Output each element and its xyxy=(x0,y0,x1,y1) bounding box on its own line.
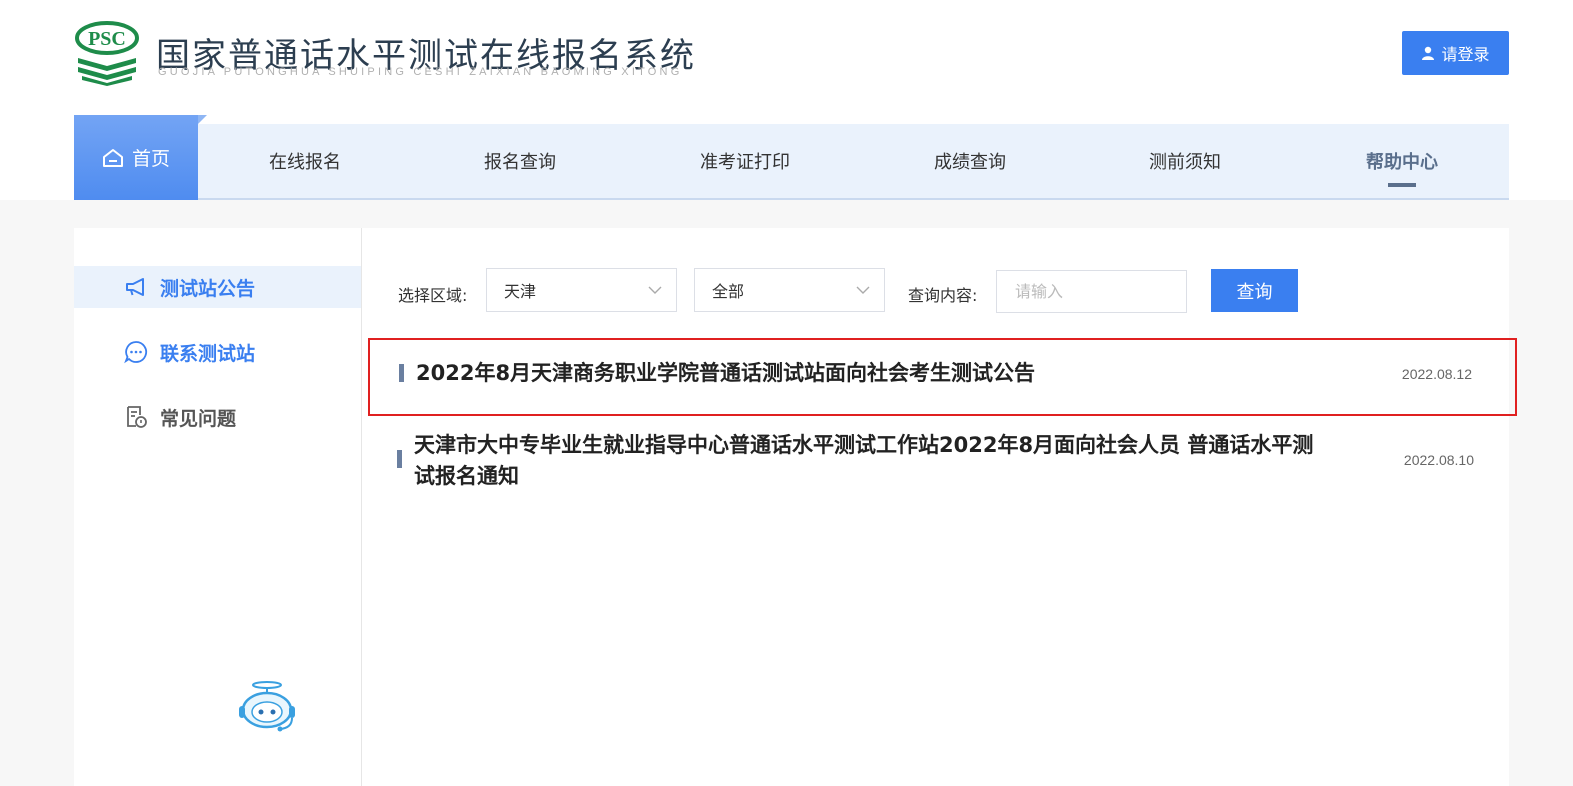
megaphone-icon xyxy=(126,278,144,296)
sidebar-item-label: 联系测试站 xyxy=(160,342,256,365)
query-input[interactable] xyxy=(996,270,1187,313)
notice-item[interactable]: 天津市大中专毕业生就业指导中心普通话水平测试工作站2022年8月面向社会人员 普… xyxy=(368,430,1517,496)
notice-date: 2022.08.10 xyxy=(1403,452,1474,468)
nav-score-query[interactable]: 成绩查询 xyxy=(895,124,1045,198)
sidebar-item-announcements[interactable]: 测试站公告 xyxy=(74,266,361,308)
region-select[interactable]: 天津 xyxy=(486,268,677,312)
notice-bullet xyxy=(397,450,402,468)
document-question-icon xyxy=(127,406,147,428)
chevron-down-icon xyxy=(648,286,662,294)
login-label: 请登录 xyxy=(1441,45,1490,64)
nav-pretest-notes[interactable]: 测前须知 xyxy=(1110,124,1260,198)
psc-logo: PSC xyxy=(75,21,139,86)
query-button[interactable]: 查询 xyxy=(1211,269,1298,312)
user-icon xyxy=(1422,46,1435,60)
sidebar-item-contact[interactable]: 联系测试站 xyxy=(74,331,361,373)
chat-bubble-icon xyxy=(124,341,148,364)
login-button[interactable]: 请登录 xyxy=(1402,31,1509,75)
category-select[interactable]: 全部 xyxy=(694,268,885,312)
nav-home-label: 首页 xyxy=(131,148,170,170)
category-select-value: 全部 xyxy=(712,282,745,301)
sidebar-item-label: 测试站公告 xyxy=(160,277,256,300)
robot-assistant-icon[interactable] xyxy=(234,680,300,734)
nav-home[interactable]: 首页 xyxy=(74,115,198,200)
notice-bullet xyxy=(399,364,404,382)
notice-title: 2022年8月天津商务职业学院普通话测试站面向社会考生测试公告 xyxy=(416,361,1036,385)
home-icon xyxy=(102,148,123,167)
region-label: 选择区域: xyxy=(398,286,468,305)
nav-online-register[interactable]: 在线报名 xyxy=(230,124,380,198)
notice-date: 2022.08.12 xyxy=(1401,366,1472,382)
nav-active-indicator xyxy=(1388,183,1416,187)
notice-title: 天津市大中专毕业生就业指导中心普通话水平测试工作站2022年8月面向社会人员 普… xyxy=(414,433,1314,488)
svg-text:PSC: PSC xyxy=(88,28,126,50)
site-subtitle: GUOJIA PUTONGHUA SHUIPING CESHI ZAIXIAN … xyxy=(158,66,683,78)
query-label: 查询内容: xyxy=(908,286,978,305)
sidebar-item-faq[interactable]: 常见问题 xyxy=(74,396,361,438)
nav-register-query[interactable]: 报名查询 xyxy=(445,124,595,198)
region-select-value: 天津 xyxy=(504,282,537,301)
chevron-down-icon xyxy=(856,286,870,294)
notice-item[interactable]: 2022年8月天津商务职业学院普通话测试站面向社会考生测试公告 2022.08.… xyxy=(368,338,1517,416)
sidebar-item-label: 常见问题 xyxy=(160,407,237,430)
nav-admission-print[interactable]: 准考证打印 xyxy=(670,124,820,198)
nav-fold-decoration xyxy=(198,115,207,124)
sidebar: 测试站公告 联系测试站 常见问题 xyxy=(74,228,362,786)
